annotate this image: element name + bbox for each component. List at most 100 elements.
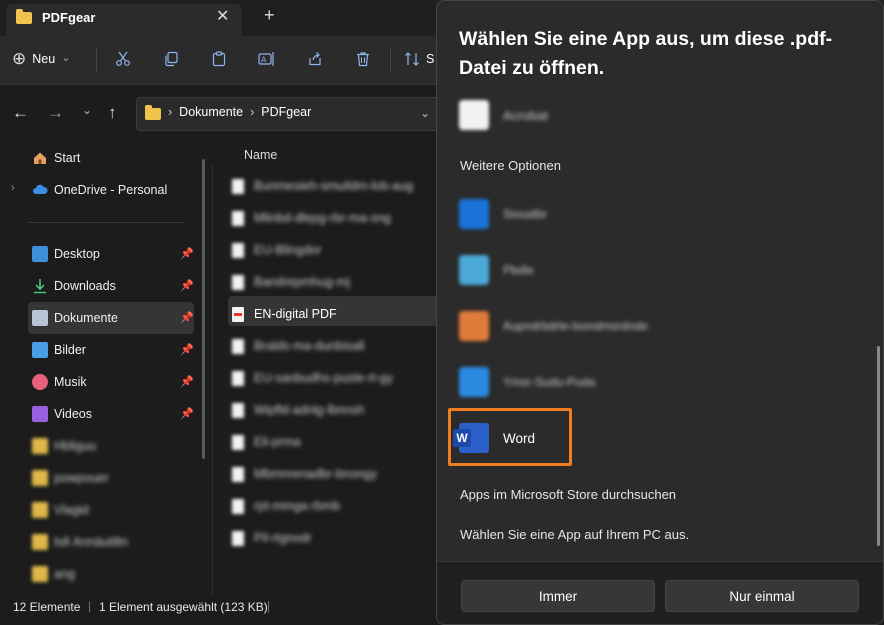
nav-item-musik[interactable]: Musik (32, 366, 87, 398)
nav-item-desktop[interactable]: Desktop (32, 238, 100, 270)
file-icon (232, 242, 244, 258)
file-row[interactable]: Wipfld-adnlg-lbnnsh (232, 394, 440, 426)
nav-item-folder[interactable]: Hbliguu (32, 430, 96, 462)
nav-item-videos[interactable]: Videos (32, 398, 92, 430)
browse-pc-link[interactable]: Wählen Sie eine App auf Ihrem PC aus. (460, 527, 689, 542)
app-icon (459, 367, 489, 397)
nav-label: Videos (54, 407, 92, 421)
app-option[interactable]: Pbdle (451, 244, 851, 296)
file-row[interactable]: Mbmnrenadbr-bnongy (232, 458, 440, 490)
nav-label: Desktop (54, 247, 100, 261)
nav-label: ang (54, 567, 75, 581)
file-row[interactable]: Bralds-ma-dunbisall (232, 330, 440, 362)
selection-info: 1 Element ausgewählt (123 KB) (99, 600, 268, 614)
file-row[interactable]: EU-Blingdor (232, 234, 440, 266)
new-button[interactable]: ⊕ Neu ⌄ (12, 45, 70, 73)
nav-label: Bilder (54, 343, 86, 357)
back-arrow-icon[interactable]: ← (12, 103, 29, 123)
toolbar-divider (96, 48, 97, 72)
file-row[interactable]: Bandrepmhug-mj (232, 266, 440, 298)
app-label: Aupndrbdrle-lsondmsrdnde (503, 319, 648, 333)
plus-icon: ⊕ (12, 49, 27, 68)
new-label: Neu (32, 52, 56, 66)
pin-icon[interactable]: 📌 (180, 247, 194, 260)
app-option[interactable]: Ymsr-Sudu-Puda (451, 356, 851, 408)
open-with-dialog: Wählen Sie eine App aus, um diese .pdf-D… (436, 0, 884, 625)
app-option-word[interactable]: W Word (451, 412, 569, 464)
breadcrumb-separator: › (250, 105, 255, 119)
nav-label: ls8 Annäutiltn (54, 535, 129, 549)
word-icon: W (453, 423, 489, 453)
always-button[interactable]: Immer (461, 580, 655, 612)
address-dropdown-icon[interactable]: ⌄ (420, 106, 430, 120)
file-row[interactable]: EU-sanbudhs-pusle-rt-gy (232, 362, 440, 394)
file-name: rpt-mmga-rbmb (254, 499, 341, 513)
just-once-button[interactable]: Nur einmal (665, 580, 859, 612)
folder-icon (32, 502, 48, 518)
share-icon[interactable] (301, 45, 329, 73)
file-row[interactable]: Bunmesieh-smuildm-lob-aug (232, 170, 440, 202)
cut-icon[interactable] (109, 45, 137, 73)
nav-label: Start (54, 151, 81, 165)
file-row[interactable]: rpt-mmga-rbmb (232, 490, 440, 522)
file-name: Eli-prma (254, 435, 301, 449)
app-option[interactable]: Sioualbr (451, 188, 851, 240)
column-header-name[interactable]: Name (244, 148, 277, 162)
folder-icon (16, 9, 32, 24)
pictures-icon (32, 342, 48, 358)
sort-button[interactable]: S (404, 51, 434, 67)
pin-icon[interactable]: 📌 (180, 407, 194, 420)
status-divider: | (88, 599, 92, 613)
nav-scrollbar[interactable] (202, 159, 205, 459)
svg-text:A: A (261, 56, 267, 65)
forward-arrow-icon[interactable]: → (47, 103, 64, 123)
folder-icon (32, 534, 48, 550)
file-row[interactable]: Pil-rtgnodr (232, 522, 440, 554)
nav-item-onedrive[interactable]: OneDrive - Personal (32, 174, 167, 206)
add-tab-icon[interactable]: + (264, 5, 275, 26)
nav-item-folder[interactable]: powpouer (32, 462, 109, 494)
file-icon (232, 274, 244, 290)
pin-icon[interactable]: 📌 (180, 311, 194, 324)
delete-icon[interactable] (349, 45, 377, 73)
file-row-selected[interactable]: EN-digital PDF (232, 298, 440, 330)
close-tab-icon[interactable]: ✕ (216, 6, 229, 26)
paste-icon[interactable] (205, 45, 233, 73)
nav-item-bilder[interactable]: Bilder (32, 334, 86, 366)
file-name: Bandrepmhug-mj (254, 275, 350, 289)
app-icon (459, 311, 489, 341)
nav-item-dokumente[interactable]: Dokumente (32, 302, 118, 334)
file-name: EU-Blingdor (254, 243, 322, 257)
item-count: 12 Elemente (13, 600, 81, 614)
nav-item-folder[interactable]: ls8 Annäutiltn (32, 526, 128, 558)
nav-item-folder[interactable]: Vlagid (32, 494, 89, 526)
music-icon (32, 374, 48, 390)
nav-item-downloads[interactable]: Downloads (32, 270, 116, 302)
dialog-scrollbar[interactable] (877, 346, 880, 546)
app-label: Ymsr-Sudu-Puda (503, 375, 596, 389)
pin-icon[interactable]: 📌 (180, 375, 194, 388)
section-label: Weitere Optionen (460, 158, 561, 173)
store-link[interactable]: Apps im Microsoft Store durchsuchen (460, 487, 676, 502)
file-icon (232, 338, 244, 354)
dialog-footer: Immer Nur einmal (437, 561, 883, 624)
breadcrumb-item[interactable]: PDFgear (261, 105, 311, 119)
app-option-default[interactable]: Acrobat (451, 89, 851, 141)
expand-chevron-icon[interactable]: › (11, 182, 15, 194)
rename-icon[interactable]: A (253, 45, 281, 73)
home-icon (32, 150, 48, 166)
nav-item-folder[interactable]: ang (32, 558, 75, 590)
file-row[interactable]: Mlinbd-dlepg-rbr-ma-sng (232, 202, 440, 234)
file-row[interactable]: Eli-prma (232, 426, 440, 458)
pin-icon[interactable]: 📌 (180, 279, 194, 292)
nav-item-start[interactable]: Start (32, 142, 80, 174)
app-icon (459, 255, 489, 285)
pin-icon[interactable]: 📌 (180, 343, 194, 356)
breadcrumb-item[interactable]: Dokumente (179, 105, 243, 119)
copy-icon[interactable] (157, 45, 185, 73)
app-option[interactable]: Aupndrbdrle-lsondmsrdnde (451, 300, 851, 352)
file-icon (232, 402, 244, 418)
nav-label: Hbliguu (54, 439, 97, 453)
recent-chevron-icon[interactable]: ⌄ (82, 103, 92, 117)
up-arrow-icon[interactable]: ↑ (108, 103, 117, 123)
